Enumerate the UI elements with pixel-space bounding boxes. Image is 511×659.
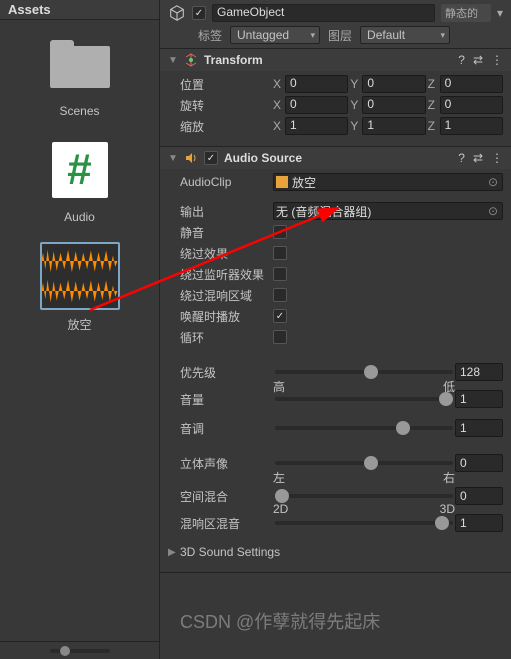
- audiosource-component: ▼ Audio Source ? ⇄ ⋮ AudioClip 放空 输出 无 (音频…: [160, 147, 511, 573]
- stereo-value[interactable]: 0: [455, 454, 503, 472]
- reverb-label: 混响区混音: [168, 515, 273, 532]
- scale-y[interactable]: 1: [362, 117, 425, 135]
- priority-slider[interactable]: [275, 370, 453, 374]
- position-z[interactable]: 0: [440, 75, 503, 93]
- tag-label: 标签: [198, 27, 222, 44]
- layer-dropdown[interactable]: Default: [360, 26, 450, 44]
- bypass-listener-label: 绕过监听器效果: [168, 266, 273, 283]
- asset-folder-scenes[interactable]: Scenes: [40, 30, 120, 118]
- assets-grid: Scenes # Audio 放空: [0, 20, 159, 641]
- inspector-panel: GameObject 静态的 ▾ 标签 Untagged 图层 Default …: [160, 0, 511, 659]
- position-y[interactable]: 0: [362, 75, 425, 93]
- 3d-sound-label: 3D Sound Settings: [180, 545, 280, 559]
- asset-label: Audio: [64, 210, 95, 224]
- gameobject-icon: [168, 4, 186, 22]
- output-label: 输出: [168, 203, 273, 220]
- assets-footer: [0, 641, 159, 659]
- asset-script-audio[interactable]: # Audio: [40, 136, 120, 224]
- object-picker-icon[interactable]: [486, 175, 500, 189]
- assets-panel: Assets Scenes # Audio 放空: [0, 0, 160, 659]
- pitch-label: 音调: [168, 420, 273, 437]
- static-dropdown[interactable]: 静态的: [441, 4, 491, 22]
- loop-label: 循环: [168, 329, 273, 346]
- asset-label: Scenes: [59, 104, 99, 118]
- priority-label: 优先级: [168, 364, 273, 381]
- bypass-reverb-label: 绕过混响区域: [168, 287, 273, 304]
- static-dropdown-arrow[interactable]: ▾: [497, 6, 503, 20]
- audioclip-field[interactable]: 放空: [273, 173, 503, 191]
- spatial-slider[interactable]: [275, 494, 453, 498]
- rotation-x[interactable]: 0: [285, 96, 348, 114]
- scale-label: 缩放: [168, 118, 273, 135]
- play-on-awake-label: 唤醒时播放: [168, 308, 273, 325]
- folder-icon: [50, 40, 110, 88]
- rotation-z[interactable]: 0: [440, 96, 503, 114]
- transform-icon: [184, 53, 198, 67]
- volume-value[interactable]: 1: [455, 390, 503, 408]
- volume-slider[interactable]: [275, 397, 453, 401]
- pitch-value[interactable]: 1: [455, 419, 503, 437]
- spatial-label: 空间混合: [168, 488, 273, 505]
- menu-icon[interactable]: ⋮: [491, 53, 503, 67]
- reverb-value[interactable]: 1: [455, 514, 503, 532]
- bypass-effects-checkbox[interactable]: [273, 246, 287, 260]
- scale-x[interactable]: 1: [285, 117, 348, 135]
- play-on-awake-checkbox[interactable]: [273, 309, 287, 323]
- object-picker-icon[interactable]: [486, 204, 500, 218]
- clip-icon: [276, 176, 288, 188]
- stereo-label: 立体声像: [168, 455, 273, 472]
- mute-label: 静音: [168, 224, 273, 241]
- scale-z[interactable]: 1: [440, 117, 503, 135]
- tag-dropdown[interactable]: Untagged: [230, 26, 320, 44]
- preset-icon[interactable]: ⇄: [473, 53, 483, 67]
- loop-checkbox[interactable]: [273, 330, 287, 344]
- help-icon[interactable]: ?: [458, 151, 465, 165]
- thumbnail-size-slider[interactable]: [50, 649, 110, 653]
- pitch-slider[interactable]: [275, 426, 453, 430]
- volume-label: 音量: [168, 391, 273, 408]
- transform-title: Transform: [204, 53, 452, 67]
- help-icon[interactable]: ?: [458, 53, 465, 67]
- bypass-listener-checkbox[interactable]: [273, 267, 287, 281]
- position-label: 位置: [168, 76, 273, 93]
- mute-checkbox[interactable]: [273, 225, 287, 239]
- rotation-label: 旋转: [168, 97, 273, 114]
- reverb-slider[interactable]: [275, 521, 453, 525]
- audiosource-title: Audio Source: [224, 151, 452, 165]
- transform-component: ▼ Transform ?⇄⋮ 位置 X0 Y0 Z0 旋转 X0 Y0 Z0 …: [160, 49, 511, 147]
- asset-label: 放空: [67, 316, 91, 333]
- asset-audioclip[interactable]: 放空: [40, 242, 120, 333]
- spatial-value[interactable]: 0: [455, 487, 503, 505]
- layer-label: 图层: [328, 27, 352, 44]
- audioclip-icon: [40, 242, 120, 310]
- gameobject-name-input[interactable]: GameObject: [212, 4, 435, 22]
- output-field[interactable]: 无 (音频混合器组): [273, 202, 503, 220]
- position-x[interactable]: 0: [285, 75, 348, 93]
- bypass-effects-label: 绕过效果: [168, 245, 273, 262]
- audioclip-label: AudioClip: [168, 175, 273, 189]
- stereo-slider[interactable]: [275, 461, 453, 465]
- gameobject-header: GameObject 静态的 ▾ 标签 Untagged 图层 Default: [160, 0, 511, 49]
- audiosource-enabled-checkbox[interactable]: [204, 151, 218, 165]
- preset-icon[interactable]: ⇄: [473, 151, 483, 165]
- script-icon: #: [52, 142, 108, 198]
- gameobject-active-checkbox[interactable]: [192, 6, 206, 20]
- speaker-icon: [184, 151, 198, 165]
- menu-icon[interactable]: ⋮: [491, 151, 503, 165]
- bypass-reverb-checkbox[interactable]: [273, 288, 287, 302]
- fold-toggle[interactable]: ▼: [168, 55, 178, 66]
- fold-toggle[interactable]: ▶: [168, 547, 180, 558]
- rotation-y[interactable]: 0: [362, 96, 425, 114]
- fold-toggle[interactable]: ▼: [168, 153, 178, 164]
- priority-value[interactable]: 128: [455, 363, 503, 381]
- assets-title: Assets: [0, 0, 159, 20]
